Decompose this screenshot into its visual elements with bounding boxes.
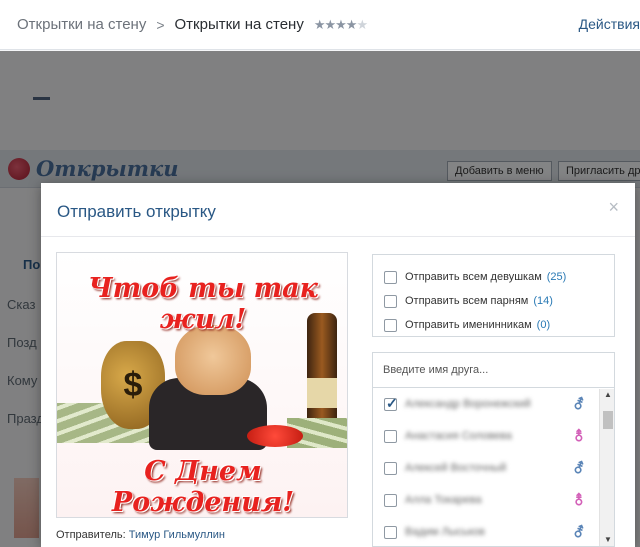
scroll-up-icon[interactable]: ▲ <box>604 390 612 399</box>
female-icon: ⚨ <box>573 427 585 444</box>
checkbox[interactable] <box>384 270 397 284</box>
friend-search-input[interactable]: Введите имя друга... <box>373 353 614 388</box>
option-count: (0) <box>536 319 551 331</box>
breadcrumb-current: Открытки на стену <box>174 16 304 33</box>
cat-head <box>175 325 251 395</box>
checkbox[interactable] <box>384 525 397 539</box>
option-label: Отправить именинникам <box>405 319 532 331</box>
sender-name-link[interactable]: Тимур Гильмуллин <box>129 529 225 541</box>
checkbox-checked[interactable] <box>384 395 398 412</box>
greeting-card-image: $ Чтоб ты так жил! С Днем Рождения! <box>56 252 348 518</box>
sender-label: Отправитель: <box>56 529 126 541</box>
option-boys[interactable]: Отправить всем парням (14) <box>373 289 614 313</box>
friend-row[interactable]: Александр Воронежский ⚦ <box>373 388 614 420</box>
option-label: Отправить всем девушкам <box>405 271 542 283</box>
checkbox[interactable] <box>384 294 397 308</box>
breadcrumb-separator: > <box>156 16 165 33</box>
caviar-dish <box>247 425 303 447</box>
option-birthday[interactable]: Отправить именинникам (0) <box>373 313 614 337</box>
scroll-down-icon[interactable]: ▼ <box>604 535 612 544</box>
friend-name: Анастасия Соловева <box>405 430 512 442</box>
friend-row[interactable]: Алексей Восточный ⚦ <box>373 452 614 484</box>
checkbox[interactable] <box>384 461 397 475</box>
checkbox[interactable] <box>384 493 397 507</box>
close-icon[interactable]: × <box>608 197 619 218</box>
sender-line: Отправитель: Тимур Гильмуллин <box>56 529 225 541</box>
friend-name: Алла Токарева <box>405 494 482 506</box>
male-icon: ⚦ <box>573 459 585 476</box>
checkbox[interactable] <box>384 429 397 443</box>
friend-name: Алексей Восточный <box>405 462 507 474</box>
option-count: (25) <box>546 271 567 283</box>
top-bar: Открытки на стену > Открытки на стену ★★… <box>0 0 640 50</box>
modal-divider <box>41 236 635 237</box>
actions-link[interactable]: Действия <box>579 16 640 32</box>
option-label: Отправить всем парням <box>405 295 529 307</box>
friend-name: Вадим Лыськов <box>405 526 485 538</box>
friend-row[interactable]: Алла Токарева ⚨ <box>373 484 614 516</box>
friend-row[interactable]: Вадим Лыськов ⚦ <box>373 516 614 546</box>
friends-list-box: Введите имя друга... Александр Воронежск… <box>372 352 615 547</box>
friend-row[interactable]: Анастасия Соловева ⚨ <box>373 420 614 452</box>
card-top-text: Чтоб ты так жил! <box>88 273 318 335</box>
option-girls[interactable]: Отправить всем девушкам (25) <box>373 265 614 289</box>
male-icon: ⚦ <box>573 395 585 412</box>
rating-stars-filled: ★★★★ <box>313 16 358 32</box>
bottle-label <box>307 378 337 408</box>
breadcrumb-parent[interactable]: Открытки на стену <box>17 16 146 33</box>
rating-stars-empty: ★ <box>356 16 368 32</box>
card-bottom-text: С Днем Рождения! <box>111 456 295 518</box>
female-icon: ⚨ <box>573 491 585 508</box>
checkbox[interactable] <box>384 318 397 332</box>
send-card-modal: Отправить открытку × $ Чтоб ты так жил! … <box>41 183 635 547</box>
rating-stars: ★★★★★ <box>313 16 368 33</box>
male-icon: ⚦ <box>573 523 585 540</box>
friend-name: Александр Воронежский <box>405 398 531 410</box>
scroll-thumb[interactable] <box>603 411 613 429</box>
send-options: Отправить всем девушкам (25) Отправить в… <box>372 254 615 337</box>
modal-title: Отправить открытку <box>57 202 216 221</box>
option-count: (14) <box>533 295 553 307</box>
friends-scrollbar[interactable]: ▲ ▼ <box>599 389 614 546</box>
